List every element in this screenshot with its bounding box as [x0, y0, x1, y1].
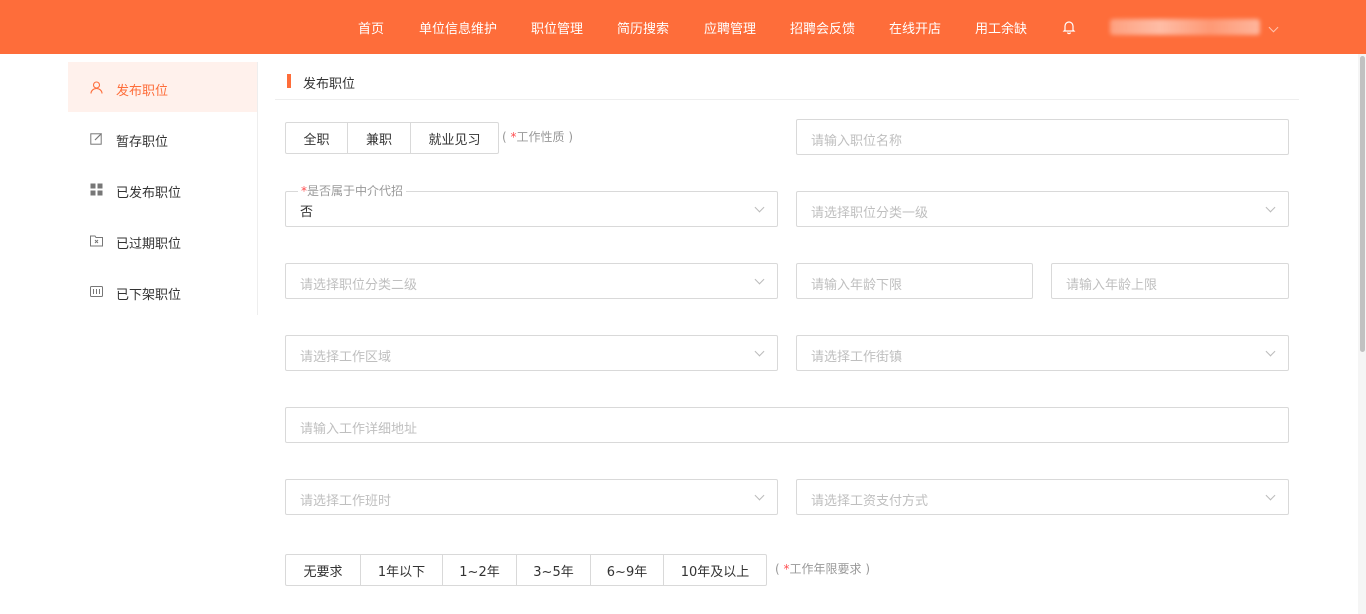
- experience-segmented: 无要求 1年以下 1~2年 3~5年 6~9年 10年及以上: [285, 554, 767, 586]
- work-nature-option-internship[interactable]: 就业见习: [411, 123, 498, 153]
- sidebar-item-expired-position[interactable]: 已过期职位: [68, 215, 257, 265]
- sidebar-item-label: 暂存职位: [116, 135, 169, 150]
- expired-folder-icon: [90, 235, 103, 247]
- placeholder: 请选择工作街镇: [811, 350, 903, 365]
- top-nav-bar: 首页 单位信息维护 职位管理 简历搜索 应聘管理 招聘会反馈 在线开店 用工余缺: [0, 0, 1366, 54]
- experience-option-3to5[interactable]: 3~5年: [517, 555, 591, 585]
- chevron-down-icon: [1265, 346, 1276, 357]
- experience-option-none[interactable]: 无要求: [286, 555, 361, 585]
- experience-hint: ( *工作年限要求 ): [775, 562, 871, 576]
- section-accent-bar: [287, 74, 291, 88]
- sidebar: 发布职位 暂存职位 已发布职位 已过期职位 已下架职位: [68, 62, 258, 315]
- chevron-down-icon[interactable]: [1268, 22, 1279, 33]
- category-level1-select[interactable]: 请选择职位分类一级: [796, 191, 1289, 227]
- nav-home[interactable]: 首页: [358, 18, 384, 37]
- sidebar-item-offshelf-position[interactable]: 已下架职位: [68, 266, 257, 316]
- experience-option-6to9[interactable]: 6~9年: [591, 555, 664, 585]
- work-area-select[interactable]: 请选择工作区域: [285, 335, 778, 371]
- sidebar-item-label: 已下架职位: [116, 288, 182, 303]
- work-address-input[interactable]: 请输入工作详细地址: [285, 407, 1289, 443]
- chevron-down-icon: [1265, 490, 1276, 501]
- placeholder: 请选择职位分类二级: [300, 278, 418, 293]
- nav-job-fair-feedback[interactable]: 招聘会反馈: [790, 18, 855, 37]
- agency-value: 否: [300, 205, 314, 220]
- bell-icon[interactable]: [1062, 19, 1076, 35]
- sidebar-item-label: 发布职位: [116, 84, 169, 99]
- work-street-select[interactable]: 请选择工作街镇: [796, 335, 1289, 371]
- position-name-input[interactable]: 请输入职位名称: [796, 119, 1289, 155]
- nav-labor-supply[interactable]: 用工余缺: [975, 18, 1027, 37]
- work-nature-segmented: 全职 兼职 就业见习: [285, 122, 499, 154]
- age-min-input[interactable]: 请输入年龄下限: [796, 263, 1033, 299]
- nav-resume-search[interactable]: 简历搜索: [617, 18, 669, 37]
- work-nature-option-fulltime[interactable]: 全职: [286, 123, 348, 153]
- placeholder: 请输入职位名称: [811, 134, 903, 149]
- work-nature-hint: ( *工作性质 ): [502, 130, 574, 144]
- sidebar-item-draft-position[interactable]: 暂存职位: [68, 113, 257, 163]
- chevron-down-icon: [754, 346, 765, 357]
- experience-option-under1[interactable]: 1年以下: [361, 555, 443, 585]
- user-account-name[interactable]: [1110, 19, 1260, 35]
- placeholder: 请输入年龄下限: [811, 278, 903, 293]
- nav-online-store[interactable]: 在线开店: [889, 18, 941, 37]
- nav-company-info[interactable]: 单位信息维护: [419, 18, 497, 37]
- age-max-input[interactable]: 请输入年龄上限: [1051, 263, 1289, 299]
- page-title: 发布职位: [303, 77, 356, 92]
- placeholder: 请输入工作详细地址: [300, 422, 418, 437]
- sidebar-item-label: 已过期职位: [116, 237, 182, 252]
- offshelf-icon: [90, 286, 103, 297]
- nav-position-management[interactable]: 职位管理: [531, 18, 583, 37]
- user-icon: [90, 81, 103, 94]
- agency-select[interactable]: *是否属于中介代招 否: [285, 182, 778, 227]
- sidebar-item-publish-position[interactable]: 发布职位: [68, 62, 257, 112]
- category-level2-select[interactable]: 请选择职位分类二级: [285, 263, 778, 299]
- nav-application-management[interactable]: 应聘管理: [704, 18, 756, 37]
- agency-label: *是否属于中介代招: [298, 182, 407, 199]
- chevron-down-icon: [754, 274, 765, 285]
- work-nature-option-parttime[interactable]: 兼职: [348, 123, 411, 153]
- vertical-scrollbar-thumb[interactable]: [1360, 56, 1365, 352]
- divider: [275, 99, 1299, 100]
- placeholder: 请输入年龄上限: [1066, 278, 1158, 293]
- placeholder: 请选择职位分类一级: [811, 206, 929, 221]
- chevron-down-icon: [754, 490, 765, 501]
- pay-method-select[interactable]: 请选择工资支付方式: [796, 479, 1289, 515]
- chevron-down-icon: [1265, 202, 1276, 213]
- grid-icon: [90, 183, 103, 196]
- experience-option-10plus[interactable]: 10年及以上: [664, 555, 766, 585]
- placeholder: 请选择工作区域: [300, 350, 392, 365]
- placeholder: 请选择工作班时: [300, 494, 392, 509]
- work-shift-select[interactable]: 请选择工作班时: [285, 479, 778, 515]
- sidebar-item-published-position[interactable]: 已发布职位: [68, 164, 257, 214]
- sidebar-item-label: 已发布职位: [116, 186, 182, 201]
- edit-icon: [90, 133, 102, 145]
- experience-option-1to2[interactable]: 1~2年: [443, 555, 517, 585]
- chevron-down-icon: [754, 202, 765, 213]
- placeholder: 请选择工资支付方式: [811, 494, 929, 509]
